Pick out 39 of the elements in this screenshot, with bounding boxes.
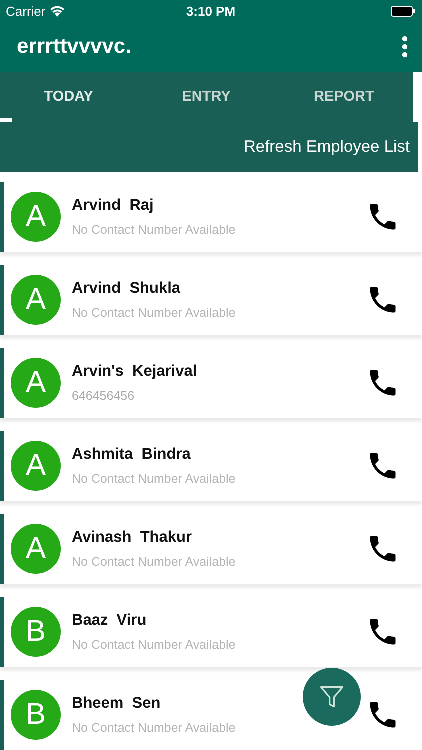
avatar: A: [11, 275, 61, 325]
tab[interactable]: ENTRY: [138, 72, 276, 122]
contact-number: No Contact Number Available: [72, 472, 236, 486]
contact-number: No Contact Number Available: [72, 638, 236, 652]
clock-text: 3:10 PM: [186, 4, 236, 18]
contact-number: No Contact Number Available: [72, 306, 236, 320]
wifi-icon: [50, 6, 65, 16]
avatar: A: [11, 192, 61, 242]
app-title: errrttvvvvc.: [17, 35, 132, 59]
contact-number: No Contact Number Available: [72, 721, 236, 735]
employee-name: Bheem Sen: [72, 695, 161, 713]
carrier-text: Carrier: [6, 4, 46, 18]
filter-icon: [319, 684, 345, 710]
tab[interactable]: TODAY: [0, 72, 138, 122]
employee-name: Arvind Shukla: [72, 280, 181, 298]
employee-name: Avinash Thakur: [72, 529, 192, 547]
refresh-employee-list-button[interactable]: Refresh Employee List: [244, 138, 410, 156]
employee-name: Arvind Raj: [72, 197, 154, 215]
avatar: A: [11, 358, 61, 408]
tab[interactable]: REPORT: [275, 72, 414, 122]
employee-card[interactable]: A Arvin's Kejarival 646456456: [0, 348, 422, 418]
employee-name: Arvin's Kejarival: [72, 363, 198, 381]
employee-card[interactable]: A Ashmita Bindra No Contact Number Available: [0, 431, 422, 501]
more-options-icon[interactable]: [402, 36, 408, 58]
employee-card[interactable]: A Avinash Thakur No Contact Number Available: [0, 514, 422, 584]
employee-card[interactable]: A Arvind Raj No Contact Number Available: [0, 182, 422, 252]
employee-name: Baaz Viru: [72, 612, 147, 630]
battery-icon: [391, 6, 416, 16]
contact-number: No Contact Number Available: [72, 555, 236, 569]
avatar: A: [11, 524, 61, 574]
employee-name: Ashmita Bindra: [72, 446, 191, 464]
contact-number: 646456456: [72, 389, 135, 403]
employee-card[interactable]: B Bheem Sen No Contact Number Available: [0, 680, 422, 750]
avatar: B: [11, 690, 61, 740]
employee-card[interactable]: B Baaz Viru No Contact Number Available: [0, 597, 422, 667]
employee-card[interactable]: A Arvind Shukla No Contact Number Available: [0, 265, 422, 335]
avatar: A: [11, 441, 61, 491]
contact-number: No Contact Number Available: [72, 223, 236, 237]
avatar: B: [11, 607, 61, 657]
